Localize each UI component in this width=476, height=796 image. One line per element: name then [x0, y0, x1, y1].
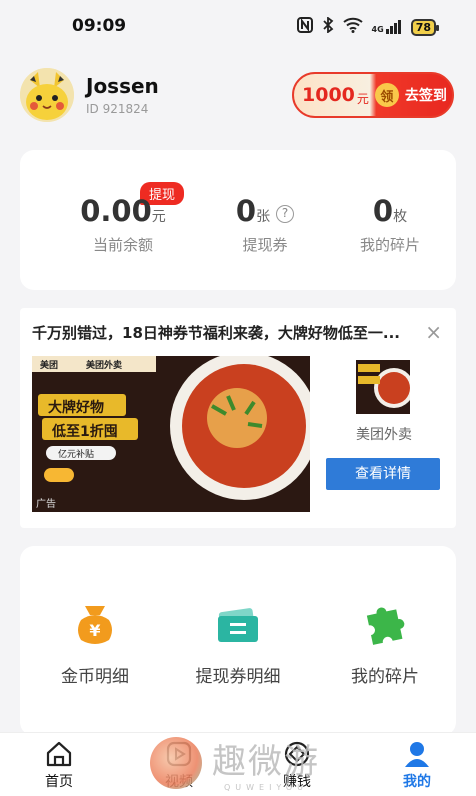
fragment-unit: 枚 [393, 209, 408, 225]
banner-subheadline: 低至1折囤 [52, 424, 118, 440]
watermark-logo [150, 737, 202, 789]
claim-badge: 领 [374, 83, 399, 107]
username: Jossen [86, 74, 159, 98]
voucher-details-item[interactable]: 提现券明细 [180, 600, 296, 687]
coin-details-item[interactable]: ¥ 金币明细 [40, 600, 150, 687]
status-bar: 09:09 4G 78 [0, 0, 476, 52]
banner-subsidy: 亿元补贴 [58, 450, 95, 460]
checkin-label: 去签到 [404, 88, 447, 104]
voucher-label: 提现券 [242, 236, 288, 254]
banner-brand-meituan: 美团 [40, 361, 59, 371]
profile-header[interactable]: Jossen ID 921824 [20, 68, 159, 122]
voucher-value: 0 [235, 194, 257, 228]
tools-card: ¥ 金币明细 提现券明细 我的碎片 [20, 546, 456, 736]
signal-icon: 4G [372, 20, 402, 34]
user-id: ID 921824 [86, 102, 149, 116]
network-type: 4G [371, 25, 384, 34]
status-icons: 4G 78 [296, 16, 440, 37]
profile-icon [402, 739, 432, 769]
nav-home[interactable]: 首页 [24, 739, 94, 791]
voucher-stat[interactable]: 0张? 提现券 [220, 194, 310, 255]
coin-details-label: 金币明细 [61, 667, 129, 687]
banner-headline: 大牌好物 [48, 400, 104, 416]
ad-card[interactable]: 千万别错过，18日神券节福利来袭，大牌好物低至一... × 美团 美团外卖 大牌… [20, 308, 456, 528]
balance-value: 0.00 [80, 194, 152, 228]
nav-profile-label: 我的 [403, 774, 431, 790]
fragments-label: 我的碎片 [351, 667, 419, 687]
balance-stat[interactable]: 0.00元 当前余额 [68, 194, 178, 255]
fragment-label: 我的碎片 [359, 236, 420, 254]
help-icon[interactable]: ? [276, 205, 295, 223]
balance-unit: 元 [151, 209, 166, 225]
coin-bag-icon: ¥ [71, 600, 119, 648]
watermark: 趣微游 QUWEIYOU [150, 734, 320, 792]
svg-text:¥: ¥ [89, 621, 100, 640]
view-details-button[interactable]: 查看详情 [326, 458, 440, 490]
battery-icon: 78 [410, 18, 440, 36]
banner-brand-waimai: 美团外卖 [86, 361, 123, 371]
checkin-button[interactable]: 1000 元 领 去签到 [292, 72, 454, 118]
nav-profile[interactable]: 我的 [382, 739, 452, 791]
status-time: 09:09 [72, 16, 127, 36]
ad-banner-image[interactable]: 美团 美团外卖 大牌好物 低至1折囤 亿元补贴 广告 [32, 356, 310, 512]
balance-label: 当前余额 [92, 236, 153, 254]
fragments-item[interactable]: 我的碎片 [330, 600, 440, 687]
fragment-stat[interactable]: 0枚 我的碎片 [350, 194, 430, 255]
ad-label: 广告 [36, 499, 56, 510]
checkin-amount: 1000 [302, 84, 355, 106]
nav-home-label: 首页 [45, 774, 73, 790]
ad-thumbnail[interactable] [356, 360, 410, 414]
fragment-value: 0 [372, 194, 394, 228]
puzzle-piece-icon [361, 600, 409, 648]
nfc-icon [296, 17, 313, 37]
voucher-unit: 张 [256, 209, 271, 225]
checkin-unit: 元 [356, 91, 369, 106]
watermark-subtext: QUWEIYOU [223, 783, 309, 792]
bluetooth-icon [322, 16, 334, 37]
voucher-details-label: 提现券明细 [195, 667, 281, 687]
avatar[interactable] [20, 68, 74, 122]
watermark-text: 趣微游 [212, 742, 320, 782]
home-icon [44, 739, 74, 769]
voucher-ticket-icon [214, 600, 262, 648]
close-icon[interactable]: × [425, 322, 442, 342]
balance-card: 提现 0.00元 当前余额 0张? 提现券 0枚 我的碎片 [20, 150, 456, 290]
ad-title[interactable]: 千万别错过，18日神券节福利来袭，大牌好物低至一... [32, 322, 416, 343]
wifi-icon [342, 17, 363, 37]
ad-brand: 美团外卖 [356, 427, 412, 443]
